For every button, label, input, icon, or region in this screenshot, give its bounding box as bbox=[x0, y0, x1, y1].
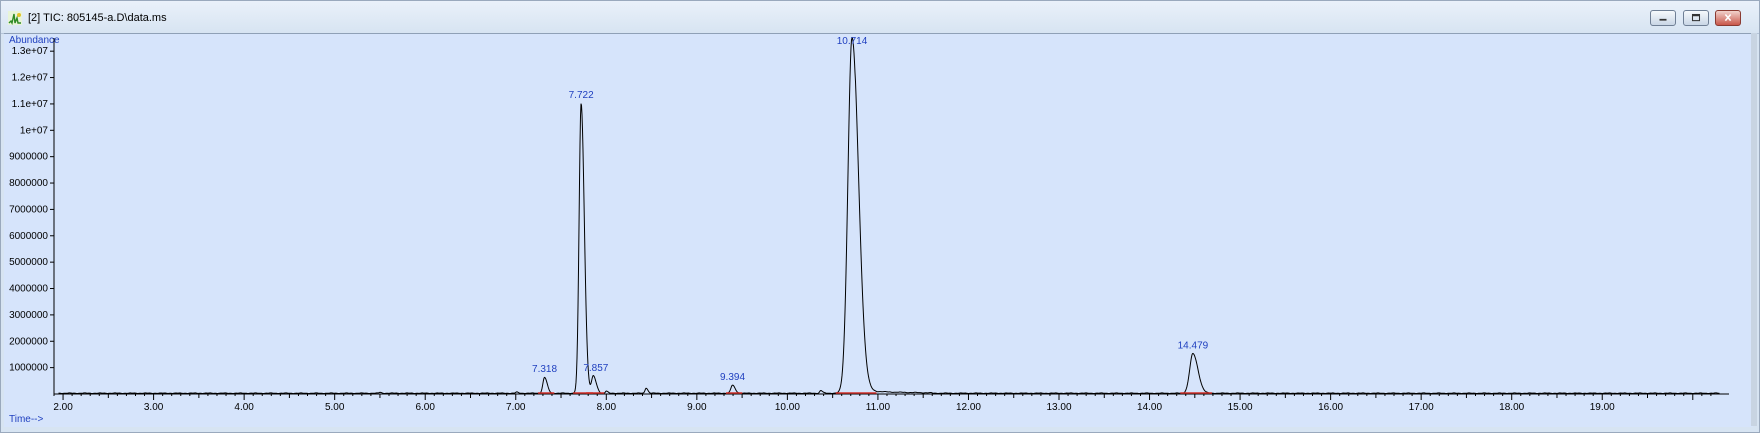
y-tick-label: 1.1e+07 bbox=[12, 99, 49, 110]
x-axis-ticks: 2.00 3.00 4.00 5.00 6.00 7.00 8.00 9.00 10.00 11.… bbox=[53, 394, 1712, 413]
peak-label: 14.479 bbox=[1178, 340, 1209, 351]
x-tick-label: 8.00 bbox=[597, 402, 617, 413]
chromatogram-window: [2] TIC: 805145-a.D\data.ms Abundance Ti… bbox=[0, 0, 1760, 433]
x-tick-label: 5.00 bbox=[325, 402, 345, 413]
x-tick-label: 2.00 bbox=[53, 402, 73, 413]
peak-label: 7.722 bbox=[569, 90, 594, 101]
x-tick-label: 13.00 bbox=[1046, 402, 1071, 413]
tic-trace bbox=[58, 37, 1720, 395]
y-tick-label: 3000000 bbox=[9, 310, 48, 321]
x-tick-label: 7.00 bbox=[506, 402, 526, 413]
x-tick-label: 9.00 bbox=[687, 402, 707, 413]
right-edge-scroll[interactable] bbox=[1751, 33, 1757, 426]
y-tick-label: 1.3e+07 bbox=[12, 46, 49, 57]
close-icon bbox=[1724, 13, 1732, 22]
minimize-icon bbox=[1659, 18, 1667, 21]
y-tick-label: 4000000 bbox=[9, 284, 48, 295]
x-tick-label: 16.00 bbox=[1318, 402, 1343, 413]
y-axis-ticks: 1000000 2000000 3000000 4000000 5000000 60000… bbox=[9, 46, 54, 374]
x-tick-label: 12.00 bbox=[956, 402, 981, 413]
plot-area[interactable]: Abundance Time--> 1000000 2000000 3000000 4… bbox=[4, 33, 1753, 427]
x-tick-label: 19.00 bbox=[1590, 402, 1615, 413]
tic-chromatogram-chart[interactable]: Abundance Time--> 1000000 2000000 3000000 4… bbox=[4, 34, 1753, 427]
peak-label: 9.394 bbox=[720, 372, 745, 383]
peak-labels: 7.318 7.722 7.857 9.394 10.714 14.479 bbox=[532, 36, 1209, 383]
y-tick-label: 2000000 bbox=[9, 336, 48, 347]
title-bar[interactable]: [2] TIC: 805145-a.D\data.ms bbox=[1, 1, 1759, 34]
x-tick-label: 18.00 bbox=[1499, 402, 1524, 413]
x-tick-label: 11.00 bbox=[866, 402, 891, 413]
window-controls bbox=[1648, 10, 1741, 28]
x-tick-label: 17.00 bbox=[1409, 402, 1434, 413]
y-tick-label: 1.2e+07 bbox=[12, 73, 49, 84]
close-button[interactable] bbox=[1715, 10, 1741, 26]
x-tick-label: 6.00 bbox=[415, 402, 435, 413]
window-title: [2] TIC: 805145-a.D\data.ms bbox=[28, 12, 167, 24]
y-tick-label: 7000000 bbox=[9, 204, 48, 215]
x-axis-title: Time--> bbox=[9, 414, 44, 425]
y-tick-label: 6000000 bbox=[9, 231, 48, 242]
peak-label: 10.714 bbox=[837, 36, 868, 47]
peak-label: 7.857 bbox=[583, 363, 608, 374]
y-axis-title: Abundance bbox=[9, 35, 60, 46]
peak-label: 7.318 bbox=[532, 364, 557, 375]
minimize-button[interactable] bbox=[1650, 10, 1677, 26]
y-tick-label: 1e+07 bbox=[20, 125, 49, 136]
y-tick-label: 8000000 bbox=[9, 178, 48, 189]
x-tick-label: 3.00 bbox=[144, 402, 164, 413]
x-tick-label: 14.00 bbox=[1137, 402, 1162, 413]
x-tick-label: 10.00 bbox=[775, 402, 800, 413]
x-tick-label: 4.00 bbox=[234, 402, 254, 413]
y-tick-label: 1000000 bbox=[9, 363, 48, 374]
y-tick-label: 5000000 bbox=[9, 257, 48, 268]
chromatogram-app-icon bbox=[8, 11, 22, 25]
x-tick-label: 15.00 bbox=[1228, 402, 1253, 413]
restore-button[interactable] bbox=[1682, 10, 1709, 26]
y-tick-label: 9000000 bbox=[9, 152, 48, 163]
restore-icon bbox=[1691, 13, 1700, 22]
